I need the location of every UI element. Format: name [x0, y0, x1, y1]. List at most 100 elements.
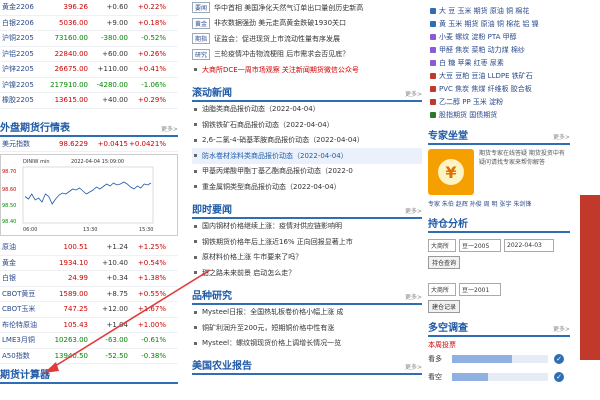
commodity-link-row[interactable]: 大豆 豆粕 豆油 LLDPE 铁矿石 — [428, 69, 570, 82]
cell-name[interactable]: 白银 — [0, 273, 48, 283]
commodity-link-text[interactable]: 黄 玉米 期货 原油 铜 棉花 铝 镍 — [439, 19, 539, 29]
expert-card[interactable]: ¥ 期货专家在线答疑 期货投资中有疑问请找专家来帮你解答 — [428, 149, 570, 199]
expert-links[interactable]: 专家 朱伯 赵辉 孙俊 周 明 张宇 朱剑锋 — [428, 199, 570, 209]
foreign-more-link[interactable]: 更多> — [161, 124, 178, 135]
section-more-link[interactable]: 更多> — [405, 292, 422, 303]
news-item[interactable]: 甲基丙烯酸甲酯丁基乙酯商品报价动态（2022-0 — [192, 164, 422, 180]
top-news-red-text[interactable]: 大商所DCE一周市场观察 关注新闻期货微信公众号 — [202, 65, 359, 75]
top-news-item[interactable]: 黄金 非农数据强劲 美元走高黄金跌破1930关口 — [192, 16, 422, 32]
news-item-text[interactable]: 钢铁铁矿石商品报价动态（2022-04-04） — [202, 120, 334, 130]
commodity-link-row[interactable]: PVC 焦炭 焦煤 纤维板 胶合板 — [428, 82, 570, 95]
top-news-item[interactable]: 要闻 华中首相 美国净化天然气订单出口量创历史新高 — [192, 0, 422, 16]
table-row[interactable]: 沪铜2205 73160.00 -380.00 -0.52% — [0, 31, 178, 47]
commodity-link-row[interactable]: 乙二醇 PP 玉米 淀粉 — [428, 95, 570, 108]
commodity-link-text[interactable]: 小麦 螺纹 淀粉 PTA 甲醇 — [439, 32, 517, 42]
table-row[interactable]: 沪铝2205 22840.00 +60.00 +0.26% — [0, 47, 178, 62]
news-tag[interactable]: 研究 — [192, 48, 211, 60]
table-row[interactable]: 黄金2206 396.26 +0.60 +0.22% — [0, 0, 178, 16]
cell-name[interactable]: A50指数 — [0, 351, 48, 361]
cell-name[interactable]: 黄金 — [0, 258, 48, 268]
cell-name[interactable]: 白银2206 — [0, 18, 48, 28]
exchange-select-1[interactable]: 大商所 — [428, 239, 456, 252]
news-item-text[interactable]: 重金属铜类型商品报价动态（2022-04-04） — [202, 182, 341, 192]
news-text[interactable]: 三轮疫情冲击物流梗阻 后市需求会否见底？ — [214, 49, 349, 59]
top-news-red-line[interactable]: 大商所DCE一周市场观察 关注新闻期货微信公众号 — [192, 62, 422, 78]
news-item[interactable]: 钢铁铁矿石商品报价动态（2022-04-04） — [192, 117, 422, 133]
news-item-text[interactable]: 甲基丙烯酸甲酯丁基乙酯商品报价动态（2022-0 — [202, 166, 353, 176]
news-item[interactable]: 原材料价格上涨 牛市要来了吗？ — [192, 250, 422, 266]
news-item[interactable]: 2,6-二氯-4-硝基苯胺商品报价动态（2022-04-04） — [192, 133, 422, 149]
commodity-link-row[interactable]: 白 糖 苹果 红枣 尿素 — [428, 56, 570, 69]
commodity-link-text[interactable]: 乙二醇 PP 玉米 淀粉 — [439, 97, 503, 107]
side-ad-banner[interactable] — [580, 195, 600, 360]
table-row[interactable]: 原油 100.51 +1.24 +1.25% — [0, 240, 178, 256]
exchange-select-2[interactable]: 大商所 — [428, 283, 456, 296]
news-item[interactable]: 甜之路未来前景 启动怎么走？ — [192, 265, 422, 281]
commodity-link-text[interactable]: PVC 焦炭 焦煤 纤维板 胶合板 — [439, 84, 532, 94]
cell-name[interactable]: CBOT黄豆 — [0, 289, 48, 299]
news-item-text[interactable]: 国内钢材价格继续上涨：疫情对供应链影响明 — [202, 221, 342, 231]
table-row[interactable]: 沪锌2205 26675.00 +110.00 +0.41% — [0, 62, 178, 78]
news-item[interactable]: 铜矿利润升至200元，短期铜价格中性有涨 — [192, 320, 422, 336]
expert-more-link[interactable]: 更多> — [553, 132, 570, 143]
news-item-text[interactable]: 铜矿利润升至200元，短期铜价格中性有涨 — [202, 323, 334, 333]
news-text[interactable]: 非农数据强劲 美元走高黄金跌破1930关口 — [214, 18, 346, 28]
table-row[interactable]: 白银 24.99 +0.34 +1.38% — [0, 271, 178, 287]
commodity-link-row[interactable]: 黄 玉米 期货 原油 铜 棉花 铝 镍 — [428, 17, 570, 30]
contract-select-2[interactable]: 豆一2001 — [459, 283, 501, 296]
commodity-link-text[interactable]: 大 豆 玉米 期货 原油 铜 棉花 — [439, 6, 529, 16]
commodity-link-text[interactable]: 股指期货 国债期货 — [439, 110, 497, 120]
news-item[interactable]: 国内钢材价格继续上涨：疫情对供应链影响明 — [192, 219, 422, 235]
news-tag[interactable]: 期指 — [192, 33, 211, 45]
table-row[interactable]: 布伦特原油 105.43 +1.04 +1.00% — [0, 318, 178, 333]
table-row[interactable]: CBOT玉米 747.25 +12.00 +1.67% — [0, 302, 178, 318]
table-row[interactable]: LME3月铜 10263.00 -63.00 -0.61% — [0, 333, 178, 349]
cell-name[interactable]: 沪铜2205 — [0, 33, 48, 43]
position-record-button[interactable]: 建仓记录 — [428, 300, 461, 313]
commodity-link-text[interactable]: 白 糖 苹果 红枣 尿素 — [439, 58, 504, 68]
section-more-link[interactable]: 更多> — [405, 362, 422, 373]
news-text[interactable]: 证监会：促进现货上市流动性量有序发展 — [214, 34, 340, 44]
news-item-text[interactable]: 防水卷材涂料类商品报价动态（2022-04-04） — [202, 151, 348, 161]
table-row[interactable]: A50指数 13940.50 -52.50 -0.38% — [0, 349, 178, 364]
commodity-link-text[interactable]: 甲醛 焦炭 菜粕 动力煤 棉纱 — [439, 45, 525, 55]
calculator-title[interactable]: 期货计算器 — [0, 366, 50, 382]
table-row[interactable]: 黄金 1934.10 +10.40 +0.54% — [0, 256, 178, 271]
news-item-text[interactable]: 甜之路未来前景 启动怎么走？ — [202, 268, 295, 278]
news-item-text[interactable]: 油脂类商品报价动态（2022-04-04） — [202, 104, 320, 114]
news-text[interactable]: 华中首相 美国净化天然气订单出口量创历史新高 — [214, 3, 363, 13]
vote-check-icon[interactable]: ✓ — [554, 372, 564, 382]
news-item-text[interactable]: Mysteel日报：全国热轧板卷价格小幅上涨 成 — [202, 307, 343, 317]
news-tag[interactable]: 要闻 — [192, 2, 211, 14]
cell-name[interactable]: 橡胶2205 — [0, 95, 48, 105]
commodity-link-row[interactable]: 大 豆 玉米 期货 原油 铜 棉花 — [428, 4, 570, 17]
cell-name[interactable]: 沪锌2205 — [0, 64, 48, 74]
contract-select-1[interactable]: 豆一2005 — [459, 239, 501, 252]
cell-name[interactable]: 原油 — [0, 242, 48, 252]
section-title[interactable]: 滚动新闻 — [192, 84, 232, 100]
news-item-text[interactable]: 原材料价格上涨 牛市要来了吗？ — [202, 252, 302, 262]
commodity-link-row[interactable]: 股指期货 国债期货 — [428, 108, 570, 121]
news-tag[interactable]: 黄金 — [192, 17, 211, 29]
section-title[interactable]: 即时要闻 — [192, 201, 232, 217]
section-more-link[interactable]: 更多> — [405, 89, 422, 100]
usd-index-row[interactable]: 美元指数 98.6229 +0.0415 +0.0421% — [0, 137, 178, 152]
table-row[interactable]: 白银2206 5036.00 +9.00 +0.18% — [0, 16, 178, 31]
news-item[interactable]: 防水卷材涂料类商品报价动态（2022-04-04） — [192, 148, 422, 164]
commodity-link-text[interactable]: 大豆 豆粕 豆油 LLDPE 铁矿石 — [439, 71, 533, 81]
news-item-text[interactable]: Mysteel：螺纹钢现货价格上调增长情况一览 — [202, 338, 341, 348]
news-item[interactable]: 油脂类商品报价动态（2022-04-04） — [192, 102, 422, 118]
table-row[interactable]: 沪镍2205 217910.00 -4280.00 -1.06% — [0, 78, 178, 93]
cell-name[interactable]: LME3月铜 — [0, 335, 48, 345]
news-item-text[interactable]: 钢铁期货价格年后上涨近16% 正向回报显著上市 — [202, 237, 353, 247]
news-item[interactable]: Mysteel日报：全国热轧板卷价格小幅上涨 成 — [192, 305, 422, 321]
cell-name[interactable]: CBOT玉米 — [0, 304, 48, 314]
date-input[interactable]: 2022-04-03 — [504, 239, 554, 252]
vote-check-icon[interactable]: ✓ — [554, 354, 564, 364]
commodity-link-row[interactable]: 小麦 螺纹 淀粉 PTA 甲醇 — [428, 30, 570, 43]
survey-more-link[interactable]: 更多> — [553, 324, 570, 335]
table-row[interactable]: CBOT黄豆 1589.00 +8.75 +0.55% — [0, 287, 178, 302]
news-item[interactable]: Mysteel：螺纹钢现货价格上调增长情况一览 — [192, 336, 422, 352]
section-more-link[interactable]: 更多> — [405, 206, 422, 217]
news-item-text[interactable]: 2,6-二氯-4-硝基苯胺商品报价动态（2022-04-04） — [202, 135, 364, 145]
